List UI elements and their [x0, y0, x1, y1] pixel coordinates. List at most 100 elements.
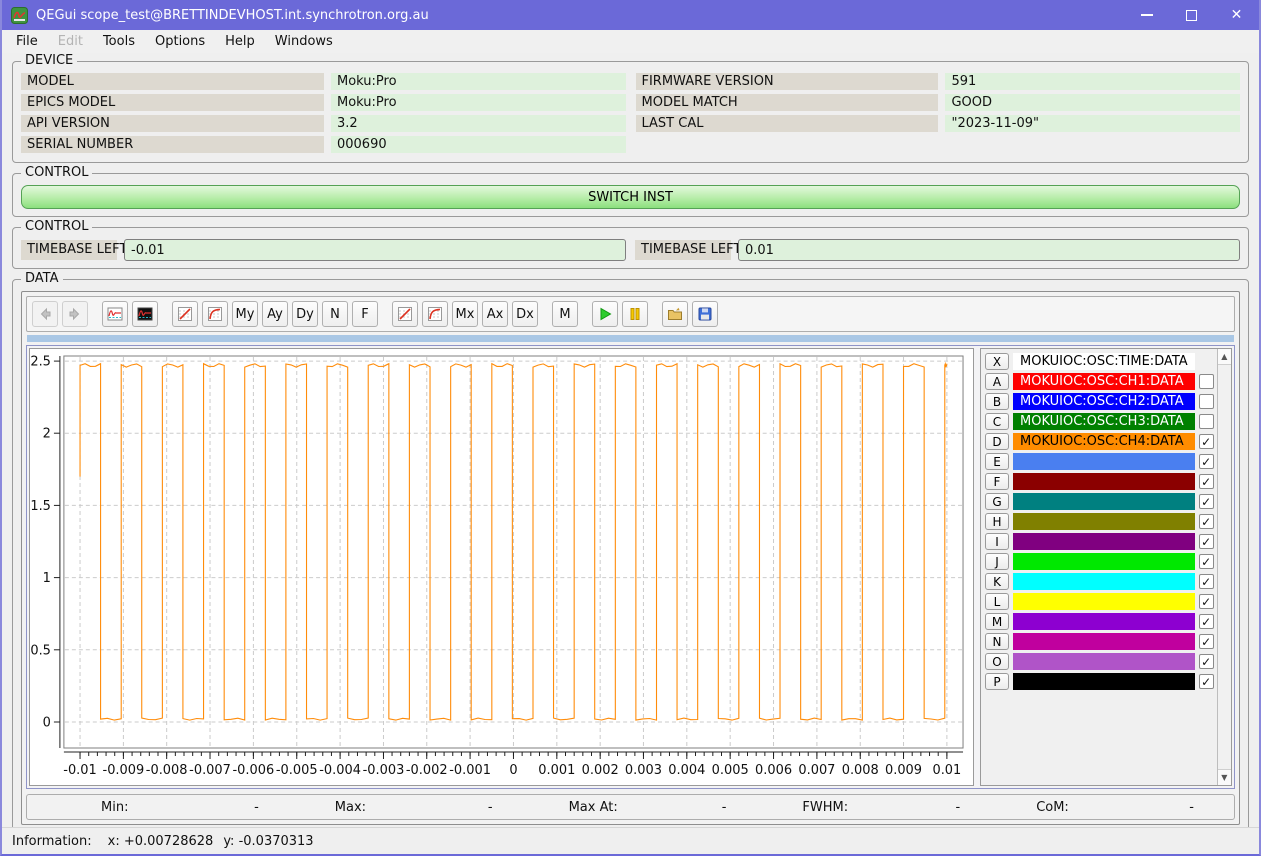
save-disk-icon	[698, 307, 712, 321]
plot-canvas[interactable]: -0.01 -0.009 -0.008 -0.007 -0.006 -0.005 -0.00…	[29, 348, 974, 786]
channel-letter-button[interactable]: L	[985, 593, 1009, 610]
channel-pv-field[interactable]	[1013, 613, 1195, 630]
channel-letter-button[interactable]: B	[985, 393, 1009, 410]
channel-letter-button[interactable]: D	[985, 433, 1009, 450]
channel-letter-button[interactable]: M	[985, 613, 1009, 630]
menu-tools[interactable]: Tools	[93, 31, 145, 52]
black-background-plot-button[interactable]	[132, 301, 158, 327]
play-button[interactable]	[592, 301, 618, 327]
y-linear-scale-button[interactable]	[172, 301, 198, 327]
channel-visible-checkbox[interactable]	[1198, 414, 1214, 429]
channel-letter-button[interactable]: F	[985, 473, 1009, 490]
device-groupbox: DEVICE MODEL Moku:Pro EPICS MODEL Moku:Pro…	[12, 53, 1249, 163]
channel-letter-button[interactable]: O	[985, 653, 1009, 670]
channel-visible-checkbox[interactable]: ✓	[1198, 574, 1214, 589]
api-version-value: 3.2	[330, 115, 626, 132]
channel-pv-field[interactable]: MOKUIOC:OSC:CH3:DATA	[1013, 413, 1195, 430]
menu-file[interactable]: File	[6, 31, 48, 52]
channel-pv-field[interactable]	[1013, 453, 1195, 470]
save-plot-button[interactable]	[692, 301, 718, 327]
channel-pv-field[interactable]: MOKUIOC:OSC:TIME:DATA	[1013, 353, 1195, 370]
channel-visible-checkbox[interactable]: ✓	[1198, 514, 1214, 529]
channel-visible-checkbox[interactable]: ✓	[1198, 554, 1214, 569]
channel-pv-field[interactable]: MOKUIOC:OSC:CH2:DATA	[1013, 393, 1195, 410]
menu-options[interactable]: Options	[145, 31, 215, 52]
title-bar: QEGui scope_test@BRETTINDEVHOST.int.sync…	[2, 0, 1259, 30]
channel-pv-field[interactable]	[1013, 533, 1195, 550]
close-button[interactable]: ✕	[1214, 0, 1259, 30]
scroll-up-icon[interactable]: ▲	[1217, 349, 1231, 365]
menu-help[interactable]: Help	[215, 31, 265, 52]
channel-pv-field[interactable]	[1013, 593, 1195, 610]
channel-letter-button[interactable]: X	[985, 353, 1009, 370]
channel-visible-checkbox[interactable]: ✓	[1198, 634, 1214, 649]
next-plot-button[interactable]	[62, 301, 88, 327]
auto-x-scale-button[interactable]: Ax	[482, 301, 508, 327]
svg-text:-0.001: -0.001	[449, 763, 491, 778]
channel-letter-button[interactable]: H	[985, 513, 1009, 530]
manual-y-scale-button[interactable]: My	[232, 301, 258, 327]
white-background-plot-button[interactable]	[102, 301, 128, 327]
channel-visible-checkbox[interactable]: ✓	[1198, 614, 1214, 629]
channel-visible-checkbox[interactable]: ✓	[1198, 534, 1214, 549]
svg-text:-0.009: -0.009	[103, 763, 145, 778]
minimize-button[interactable]	[1124, 0, 1169, 30]
menu-windows[interactable]: Windows	[265, 31, 343, 52]
channel-letter-button[interactable]: G	[985, 493, 1009, 510]
dynamic-y-scale-button[interactable]: Dy	[292, 301, 318, 327]
channel-pv-field[interactable]	[1013, 493, 1195, 510]
load-plot-button[interactable]	[662, 301, 688, 327]
channel-pv-field[interactable]	[1013, 673, 1195, 690]
channel-visible-checkbox[interactable]: ✓	[1198, 494, 1214, 509]
normalised-scale-button[interactable]: N	[322, 301, 348, 327]
channel-pv-field[interactable]	[1013, 553, 1195, 570]
channel-letter-button[interactable]: J	[985, 553, 1009, 570]
channel-visible-checkbox[interactable]: ✓	[1198, 594, 1214, 609]
channel-letter-button[interactable]: E	[985, 453, 1009, 470]
switch-inst-button[interactable]: SWITCH INST	[21, 185, 1240, 209]
splitter-handle[interactable]	[27, 335, 1234, 342]
channel-letter-button[interactable]: I	[985, 533, 1009, 550]
pause-button[interactable]	[622, 301, 648, 327]
channel-letter-button[interactable]: P	[985, 673, 1009, 690]
channel-pv-field[interactable]: MOKUIOC:OSC:CH1:DATA	[1013, 373, 1195, 390]
status-label: Information:	[12, 833, 92, 849]
channel-letter-button[interactable]: N	[985, 633, 1009, 650]
maximize-button[interactable]	[1169, 0, 1214, 30]
channel-visible-checkbox[interactable]: ✓	[1198, 674, 1214, 689]
channel-pv-field[interactable]	[1013, 653, 1195, 670]
dynamic-x-scale-button[interactable]: Dx	[512, 301, 538, 327]
channel-pv-field[interactable]	[1013, 633, 1195, 650]
previous-plot-button[interactable]	[32, 301, 58, 327]
channel-visible-checkbox[interactable]: ✓	[1198, 434, 1214, 449]
channel-letter-button[interactable]: C	[985, 413, 1009, 430]
max-at-label: Max At:	[568, 799, 618, 815]
firmware-version-label: FIRMWARE VERSION	[635, 73, 939, 90]
channel-visible-checkbox[interactable]: ✓	[1198, 454, 1214, 469]
auto-y-scale-button[interactable]: Ay	[262, 301, 288, 327]
fractional-scale-button[interactable]: F	[352, 301, 378, 327]
y-log-scale-button[interactable]	[202, 301, 228, 327]
scroll-down-icon[interactable]: ▼	[1217, 769, 1231, 785]
x-log-scale-button[interactable]	[422, 301, 448, 327]
markup-button[interactable]: M	[552, 301, 578, 327]
channel-visible-checkbox[interactable]	[1198, 394, 1214, 409]
channel-row-o: O ✓	[985, 653, 1214, 670]
channel-pv-field[interactable]	[1013, 573, 1195, 590]
x-linear-scale-button[interactable]	[392, 301, 418, 327]
channel-visible-checkbox[interactable]: ✓	[1198, 654, 1214, 669]
timebase-left-input[interactable]	[124, 239, 626, 261]
channel-scrollbar[interactable]: ▲ ▼	[1216, 349, 1231, 785]
channel-letter-button[interactable]: A	[985, 373, 1009, 390]
channel-visible-checkbox[interactable]	[1198, 374, 1214, 389]
epics-model-label: EPICS MODEL	[21, 94, 324, 111]
manual-x-scale-button[interactable]: Mx	[452, 301, 478, 327]
timebase-right-input[interactable]	[738, 239, 1240, 261]
channel-visible-checkbox[interactable]: ✓	[1198, 474, 1214, 489]
channel-pv-field[interactable]	[1013, 473, 1195, 490]
arrow-left-icon	[40, 307, 51, 321]
channel-pv-field[interactable]: MOKUIOC:OSC:CH4:DATA	[1013, 433, 1195, 450]
max-at-value: -	[721, 799, 727, 815]
channel-letter-button[interactable]: K	[985, 573, 1009, 590]
channel-pv-field[interactable]	[1013, 513, 1195, 530]
